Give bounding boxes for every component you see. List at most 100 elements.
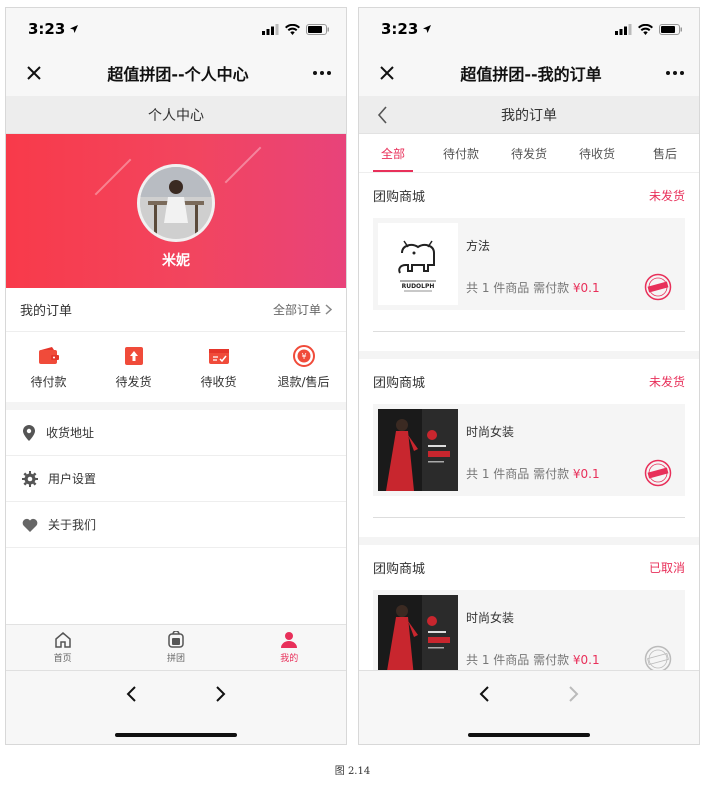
order-item[interactable]: RUDOLPH 方法 共 1 件商品 需付款 ¥0.1: [373, 218, 685, 310]
close-icon: [380, 66, 394, 80]
order-card[interactable]: 团购商城 未发货 RUDOLPH 方法 共 1 件商品 需付款 ¥0.1: [359, 173, 699, 351]
home-icon: [54, 632, 71, 648]
order-card[interactable]: 团购商城 已取消 时尚女装 共 1 件商品 需付款 ¥0.1: [359, 545, 699, 679]
chevron-right-icon: [216, 686, 226, 702]
wifi-icon: [285, 23, 300, 35]
price: ¥0.1: [572, 653, 600, 667]
browser-back-button[interactable]: [118, 681, 144, 707]
product-name: 时尚女装: [466, 425, 515, 439]
more-button[interactable]: [663, 61, 687, 85]
browser-forward-button[interactable]: [208, 681, 234, 707]
status-time-text: 3:23: [381, 20, 419, 38]
tab-home[interactable]: 首页: [33, 631, 93, 664]
banner-decoration-line: [94, 158, 132, 196]
status-label: 待收货: [200, 374, 237, 389]
battery-icon: [306, 23, 329, 35]
fashion-photo-icon: [378, 595, 458, 677]
phone-screen-orders: 3:23 超值拼团--我的订单 我的订单 全部 待付款 待发货 待收货 售后 团…: [358, 7, 700, 745]
paid-stamp-icon: [644, 273, 672, 301]
avatar-photo-icon: [140, 167, 212, 239]
price: ¥0.1: [572, 467, 600, 481]
order-card-header: 团购商城 已取消: [373, 545, 685, 590]
tab-label: 我的: [280, 654, 299, 664]
location-arrow-icon: [423, 25, 432, 33]
tab-pending-receipt[interactable]: 待收货: [563, 134, 631, 172]
order-summary: 共 1 件商品 需付款 ¥0.1: [466, 465, 600, 482]
tab-after-sales[interactable]: 售后: [631, 134, 699, 172]
order-status-grid: 待付款 待发货 待收货 ¥ 退款/售后: [6, 332, 346, 402]
menu-item-settings[interactable]: 用户设置: [6, 456, 346, 502]
status-pending-shipment[interactable]: 待发货: [94, 345, 174, 390]
chevron-left-icon: [479, 686, 489, 702]
browser-forward-button[interactable]: [561, 681, 587, 707]
status-time-text: 3:23: [28, 20, 66, 38]
chevron-left-icon: [126, 686, 136, 702]
more-button[interactable]: [310, 61, 334, 85]
menu-item-label: 用户设置: [48, 472, 97, 486]
menu-item-address[interactable]: 收货地址: [6, 410, 346, 456]
order-list: 团购商城 未发货 RUDOLPH 方法 共 1 件商品 需付款 ¥0.1 团购商…: [359, 173, 699, 679]
menu-item-label: 收货地址: [46, 426, 95, 440]
order-item[interactable]: 时尚女装 共 1 件商品 需付款 ¥0.1: [373, 590, 685, 679]
shop-name: 团购商城: [373, 376, 426, 391]
more-dots-icon: [312, 71, 331, 75]
tab-label: 拼团: [166, 654, 185, 664]
status-refund[interactable]: ¥ 退款/售后: [264, 344, 344, 390]
chevron-right-icon: [569, 686, 579, 702]
all-orders-label: 全部订单: [272, 303, 321, 317]
status-bar: 3:23: [359, 8, 699, 50]
tab-all[interactable]: 全部: [359, 134, 427, 172]
battery-icon: [659, 23, 682, 35]
summary-text: 共 1 件商品 需付款: [466, 653, 573, 667]
paid-stamp-icon: [644, 459, 672, 487]
status-pending-payment[interactable]: 待付款: [9, 345, 89, 390]
banner-decoration-line: [224, 146, 262, 184]
close-button[interactable]: [22, 61, 46, 85]
product-thumbnail: [378, 595, 458, 677]
product-info: 时尚女装 共 1 件商品 需付款 ¥0.1: [466, 595, 680, 677]
close-button[interactable]: [375, 61, 399, 85]
browser-back-button[interactable]: [471, 681, 497, 707]
order-card-footer: [373, 496, 685, 518]
status-pending-receipt[interactable]: 待收货: [179, 345, 259, 390]
shop-name: 团购商城: [373, 562, 426, 577]
order-item[interactable]: 时尚女装 共 1 件商品 需付款 ¥0.1: [373, 404, 685, 496]
tab-mine[interactable]: 我的: [259, 631, 319, 664]
window-title: 超值拼团--个人中心: [107, 65, 249, 84]
chevron-left-icon: [377, 106, 387, 124]
location-pin-icon: [23, 424, 35, 441]
tab-label: 首页: [53, 654, 72, 664]
tab-pending-shipment[interactable]: 待发货: [495, 134, 563, 172]
order-card-header: 团购商城 未发货: [373, 173, 685, 218]
username: 米妮: [162, 253, 190, 269]
wifi-icon: [638, 23, 653, 35]
order-card[interactable]: 团购商城 未发货 时尚女装 共 1 件商品 需付款 ¥0.1: [359, 359, 699, 537]
menu-list: 收货地址 用户设置 关于我们: [6, 410, 346, 632]
order-status: 已取消: [648, 561, 685, 575]
all-orders-link[interactable]: 全部订单: [273, 301, 332, 318]
home-indicator: [468, 733, 590, 737]
more-dots-icon: [665, 71, 684, 75]
wallet-icon: [38, 345, 60, 367]
status-label: 待发货: [115, 374, 152, 389]
wechat-title-bar: 超值拼团--个人中心: [6, 50, 346, 96]
shop-name: 团购商城: [373, 190, 426, 205]
home-indicator: [115, 733, 237, 737]
menu-item-about[interactable]: 关于我们: [6, 502, 346, 548]
avatar[interactable]: [137, 164, 215, 242]
status-icons: [262, 23, 330, 35]
tab-group-buy[interactable]: 拼团: [146, 631, 206, 664]
back-button[interactable]: [371, 102, 393, 128]
group-buy-icon: [168, 631, 184, 648]
box-upload-icon: [123, 345, 145, 367]
page-header: 我的订单: [359, 96, 699, 134]
status-time: 3:23: [381, 20, 432, 38]
my-orders-header: 我的订单 全部订单: [6, 288, 346, 332]
figure-caption: 图 2.14: [334, 766, 371, 777]
wechat-title-bar: 超值拼团--我的订单: [359, 50, 699, 96]
product-info: 时尚女装 共 1 件商品 需付款 ¥0.1: [466, 409, 680, 491]
status-label: 待付款: [30, 374, 67, 389]
tab-pending-payment[interactable]: 待付款: [427, 134, 495, 172]
status-time: 3:23: [28, 20, 79, 38]
price: ¥0.1: [572, 281, 600, 295]
